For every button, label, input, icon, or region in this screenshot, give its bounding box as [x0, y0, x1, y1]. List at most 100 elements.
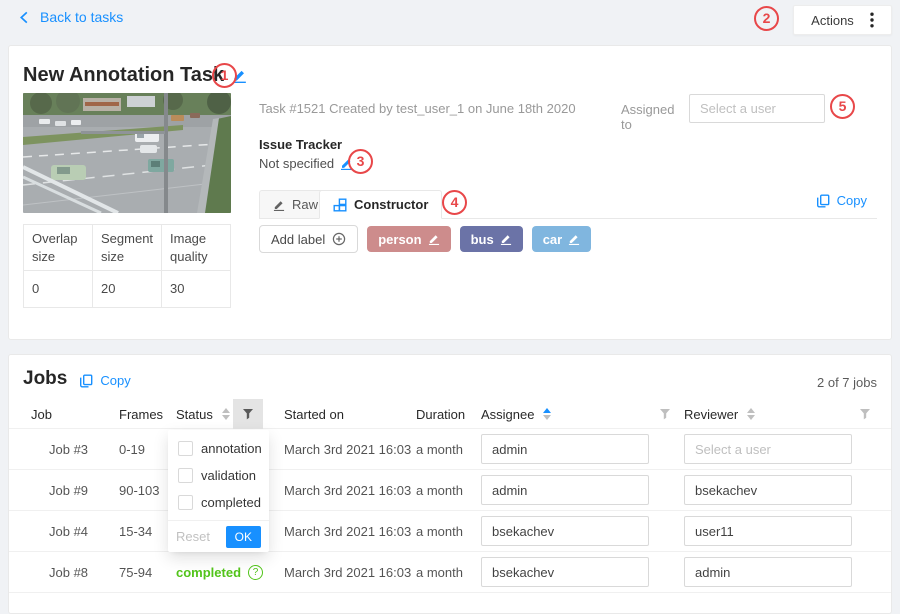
kebab-menu-icon	[870, 12, 874, 28]
help-circle-icon[interactable]: ?	[248, 565, 263, 580]
copy-labels-link[interactable]: Copy	[816, 193, 867, 208]
column-started-on: Started on	[284, 399, 344, 429]
job-duration: a month	[416, 429, 463, 470]
reviewer-input[interactable]	[684, 516, 852, 546]
sort-icon-active[interactable]	[543, 408, 551, 420]
tab-raw-label: Raw	[292, 197, 318, 212]
param-header-segment: Segment size	[93, 225, 162, 271]
table-row: Job #3 0-19 March 3rd 2021 16:03 a month	[9, 429, 891, 470]
chevron-left-icon	[18, 11, 31, 24]
filter-option-validation[interactable]: validation	[168, 462, 269, 489]
filter-option-annotation[interactable]: annotation	[168, 435, 269, 462]
jobs-card: Jobs Copy 2 of 7 jobs Job Frames Status …	[8, 354, 892, 614]
column-status-label: Status	[176, 407, 213, 422]
job-status: completed ?	[176, 552, 263, 593]
table-row: Job #8 75-94 completed ? March 3rd 2021 …	[9, 552, 891, 593]
column-reviewer-label: Reviewer	[684, 407, 738, 422]
checkbox[interactable]	[178, 441, 193, 456]
job-link[interactable]: Job #8	[49, 552, 88, 593]
tab-constructor[interactable]: Constructor	[319, 190, 442, 219]
pen-icon	[273, 199, 285, 211]
reviewer-input[interactable]	[684, 475, 852, 505]
job-duration: a month	[416, 470, 463, 511]
column-status[interactable]: Status	[176, 399, 230, 429]
param-header-overlap: Overlap size	[24, 225, 93, 271]
annotation-circle-4: 4	[442, 190, 467, 215]
column-frames: Frames	[119, 399, 163, 429]
label-chip-bus-text: bus	[471, 232, 494, 247]
column-assignee-label: Assignee	[481, 407, 534, 422]
param-value-quality: 30	[162, 271, 231, 308]
annotation-circle-5: 5	[830, 94, 855, 119]
checkbox[interactable]	[178, 495, 193, 510]
build-blocks-icon	[333, 198, 347, 212]
job-frames: 0-19	[119, 429, 145, 470]
job-frames: 15-34	[119, 511, 152, 552]
labels-tabbar: Raw Constructor Copy	[259, 190, 877, 219]
reviewer-input[interactable]	[684, 557, 852, 587]
assignee-input[interactable]	[481, 475, 649, 505]
assignee-input[interactable]	[481, 516, 649, 546]
assignee-input[interactable]	[481, 557, 649, 587]
label-chip-person[interactable]: person	[367, 226, 450, 252]
job-frames: 90-103	[119, 470, 159, 511]
issue-tracker-value: Not specified	[259, 156, 334, 171]
job-link[interactable]: Job #3	[49, 429, 88, 470]
filter-reset-button[interactable]: Reset	[176, 529, 210, 544]
issue-tracker-value-row: Not specified	[259, 156, 353, 171]
reviewer-filter-icon[interactable]	[859, 399, 871, 429]
filter-option-annotation-label: annotation	[201, 441, 262, 456]
column-duration: Duration	[416, 399, 465, 429]
jobs-table-header: Job Frames Status Started on Duration As…	[9, 399, 891, 429]
filter-option-completed[interactable]: completed	[168, 489, 269, 516]
add-label-text: Add label	[271, 232, 325, 247]
jobs-title: Jobs	[23, 368, 67, 390]
sort-icon[interactable]	[222, 408, 230, 420]
copy-label: Copy	[837, 193, 867, 208]
plus-circle-icon	[332, 232, 346, 246]
back-to-tasks-link[interactable]: Back to tasks	[18, 9, 123, 25]
edit-label-icon[interactable]	[428, 233, 440, 245]
job-link[interactable]: Job #4	[49, 511, 88, 552]
label-chip-car-text: car	[543, 232, 563, 247]
label-chip-car[interactable]: car	[532, 226, 592, 252]
edit-label-icon[interactable]	[568, 233, 580, 245]
tab-constructor-label: Constructor	[354, 197, 428, 212]
checkbox[interactable]	[178, 468, 193, 483]
job-duration: a month	[416, 552, 463, 593]
reviewer-input[interactable]	[684, 434, 852, 464]
sort-icon[interactable]	[747, 408, 755, 420]
copy-icon	[816, 194, 830, 208]
task-parameters-table: Overlap size Segment size Image quality …	[23, 224, 231, 308]
filter-option-completed-label: completed	[201, 495, 261, 510]
job-frames: 75-94	[119, 552, 152, 593]
param-value-segment: 20	[93, 271, 162, 308]
jobs-count: 2 of 7 jobs	[817, 375, 877, 390]
status-filter-icon[interactable]	[233, 399, 263, 429]
task-meta-text: Task #1521 Created by test_user_1 on Jun…	[259, 101, 576, 116]
filter-option-validation-label: validation	[201, 468, 256, 483]
assignee-input[interactable]	[481, 434, 649, 464]
annotation-circle-1: 1	[212, 63, 237, 88]
copy-jobs-label: Copy	[100, 373, 130, 388]
column-job: Job	[31, 399, 52, 429]
labels-row: Add label person bus car	[259, 225, 591, 253]
copy-jobs-link[interactable]: Copy	[79, 373, 130, 388]
job-link[interactable]: Job #9	[49, 470, 88, 511]
add-label-button[interactable]: Add label	[259, 225, 358, 253]
edit-label-icon[interactable]	[500, 233, 512, 245]
table-row: Job #4 15-34 March 3rd 2021 16:03 a mont…	[9, 511, 891, 552]
param-value-overlap: 0	[24, 271, 93, 308]
column-reviewer[interactable]: Reviewer	[684, 399, 755, 429]
label-chip-bus[interactable]: bus	[460, 226, 523, 252]
task-assignee-select[interactable]	[689, 94, 825, 123]
column-assignee[interactable]: Assignee	[481, 399, 551, 429]
job-started: March 3rd 2021 16:03	[284, 511, 411, 552]
assignee-filter-icon[interactable]	[659, 399, 671, 429]
annotation-circle-2: 2	[754, 6, 779, 31]
actions-button[interactable]: Actions	[793, 5, 892, 35]
job-started: March 3rd 2021 16:03	[284, 552, 411, 593]
filter-ok-button[interactable]: OK	[226, 526, 261, 548]
assigned-to-label: Assigned to	[621, 102, 683, 132]
filter-footer: Reset OK	[168, 520, 269, 552]
